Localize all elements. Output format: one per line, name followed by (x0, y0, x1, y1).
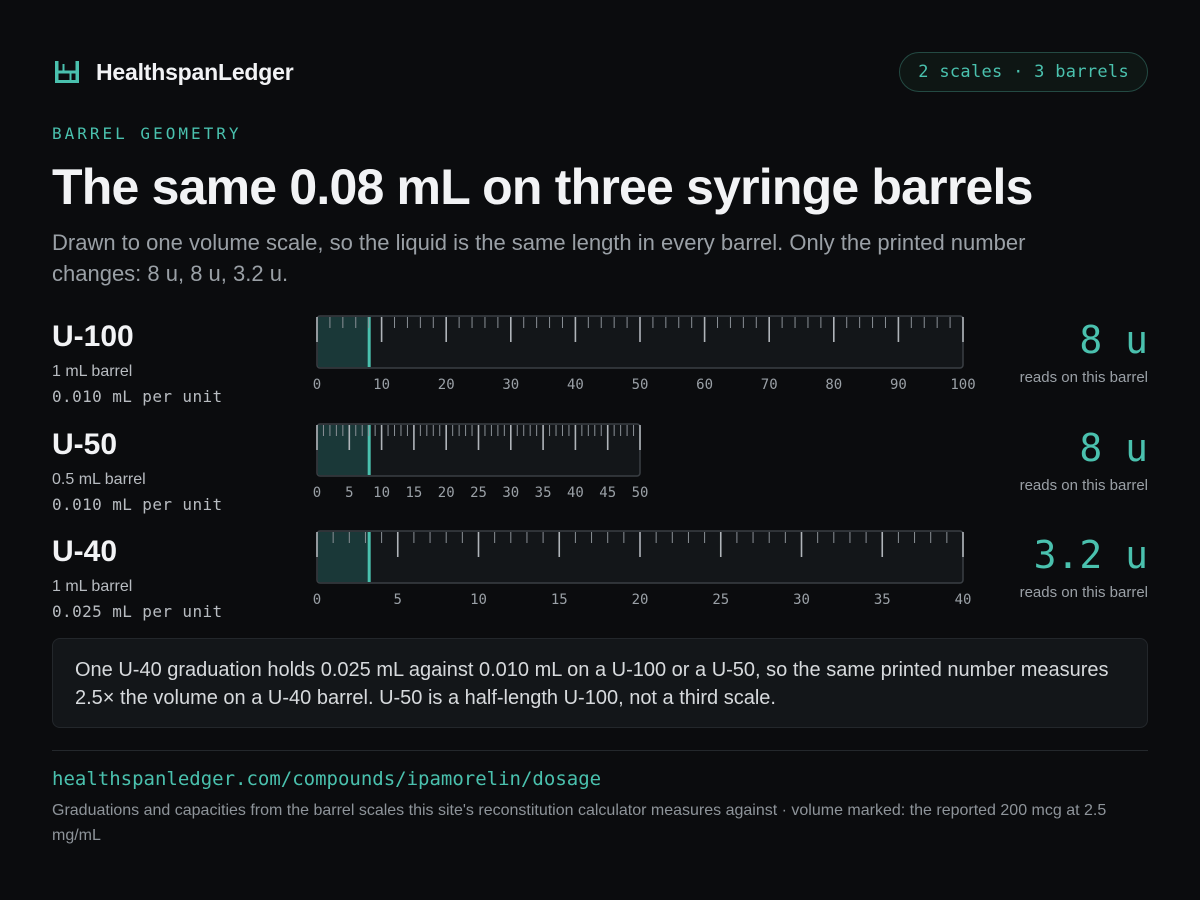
syringe-barrel-u40: 0 5 10 15 20 25 30 35 40 (313, 530, 972, 608)
fill-marker-u40 (367, 532, 371, 582)
reading-caption-u40: reads on this barrel (1019, 584, 1148, 601)
tick-label-u40: 5 (394, 592, 402, 608)
footnote: Graduations and capacities from the barr… (52, 802, 1107, 844)
tick-label-u40: 25 (712, 592, 729, 608)
tick-label-u40: 35 (874, 592, 891, 608)
tick-label-u40: 15 (551, 592, 568, 608)
tick-label-u40: 20 (632, 592, 649, 608)
reading-value-u40: 3.2 u (1033, 533, 1148, 577)
tick-label-u40: 40 (955, 592, 972, 608)
explanation-note: One U-40 graduation holds 0.025 mL again… (52, 638, 1148, 728)
source-url[interactable]: healthspanledger.com/compounds/ipamoreli… (52, 768, 601, 790)
tick-label-u40: 30 (793, 592, 810, 608)
tick-label-u40: 0 (313, 592, 321, 608)
liquid-fill-u40 (318, 532, 369, 582)
tick-label-u40: 10 (470, 592, 487, 608)
footer-divider (52, 750, 1148, 751)
